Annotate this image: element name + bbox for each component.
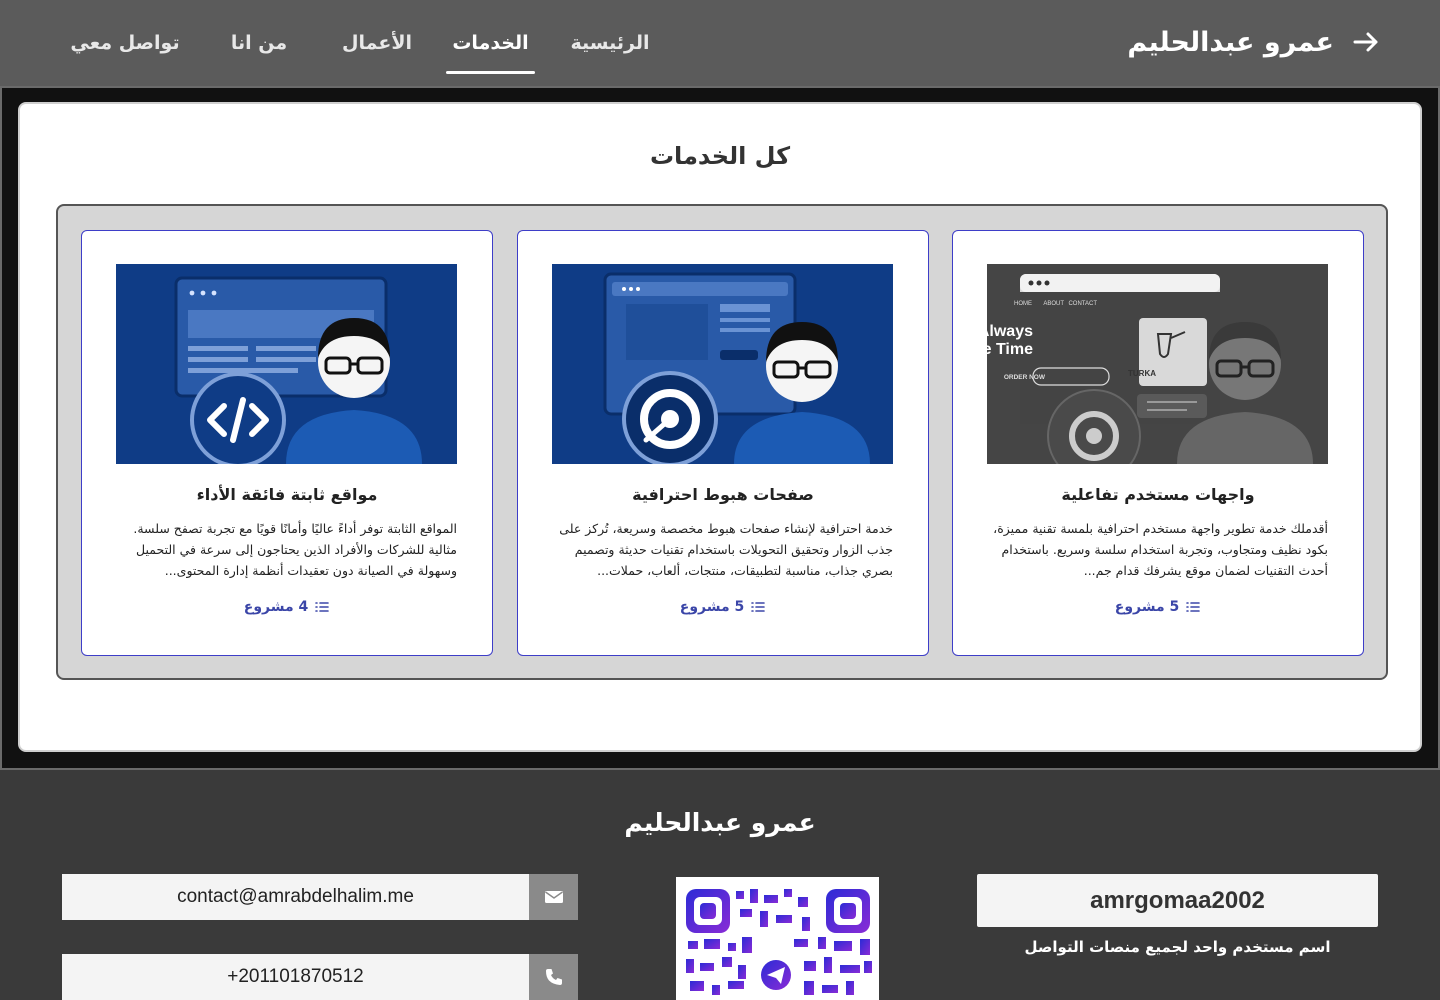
envelope-icon [544, 891, 563, 903]
nav-item-contact[interactable]: تواصل معي [60, 0, 190, 86]
project-count: 5 مشروع [518, 599, 928, 615]
image-product-name: TURKA [1128, 369, 1156, 378]
phone-link[interactable]: +201101870512 [62, 954, 529, 1000]
service-card-static[interactable]: مواقع ثابتة فائقة الأداء المواقع الثابتة… [81, 230, 493, 656]
nav-item-about[interactable]: من انا [208, 0, 310, 86]
username-box[interactable]: amrgomaa2002 [977, 874, 1378, 927]
email-icon-box [529, 874, 578, 920]
nav-item-works[interactable]: الأعمال [333, 0, 421, 86]
main-frame: كل الخدمات HOME ABOUT CONTACT It's Alway… [0, 86, 1440, 770]
card-title: مواقع ثابتة فائقة الأداء [196, 485, 378, 504]
email-row: contact@amrabdelhalim.me [62, 874, 578, 920]
nav-item-home[interactable]: الرئيسية [560, 0, 660, 86]
main-nav: تواصل معي من انا الأعمال الخدمات الرئيسي… [60, 0, 660, 86]
service-card-ui[interactable]: HOME ABOUT CONTACT It's Always Coffee Ti… [952, 230, 1364, 656]
project-count: 4 مشروع [82, 599, 492, 615]
image-order-button: ORDER NOW [1004, 374, 1046, 381]
list-icon [315, 602, 330, 612]
project-count-text: 5 مشروع [679, 599, 745, 615]
ui-service-image: HOME ABOUT CONTACT It's Always Coffee Ti… [987, 264, 1328, 464]
arrow-right-icon [1353, 32, 1378, 52]
phone-icon-box [529, 954, 578, 1000]
footer-name: عمرو عبدالحليم [624, 808, 816, 837]
landing-service-image [552, 264, 893, 464]
card-title: صفحات هبوط احترافية [632, 485, 814, 504]
card-title: واجهات مستخدم تفاعلية [1061, 485, 1255, 504]
brand[interactable]: عمرو عبدالحليم [1127, 22, 1380, 62]
username-note: اسم مستخدم واحد لجميع منصات التواصل [1024, 938, 1331, 956]
phone-icon [545, 969, 562, 985]
site-header: عمرو عبدالحليم تواصل معي من انا الأعمال … [0, 0, 1440, 86]
section-title: كل الخدمات [649, 142, 791, 170]
list-icon [751, 602, 766, 612]
services-panel: كل الخدمات HOME ABOUT CONTACT It's Alway… [18, 102, 1422, 752]
project-count-text: 5 مشروع [1114, 599, 1180, 615]
card-description: المواقع الثابتة توفر أداءً عاليًا وأمانً… [133, 521, 457, 578]
static-service-image [116, 264, 457, 464]
image-nav-contact: CONTACT [1068, 301, 1097, 307]
qr-code[interactable] [676, 877, 879, 1000]
card-description: خدمة احترافية لإنشاء صفحات هبوط مخصصة وس… [559, 521, 893, 578]
email-link[interactable]: contact@amrabdelhalim.me [62, 874, 529, 920]
list-icon [1186, 602, 1201, 612]
card-description: أقدملك خدمة تطوير واجهة مستخدم احترافية … [993, 521, 1328, 578]
project-count-text: 4 مشروع [243, 599, 309, 615]
nav-item-services[interactable]: الخدمات [446, 0, 535, 86]
cards-container: HOME ABOUT CONTACT It's Always Coffee Ti… [56, 204, 1388, 680]
service-card-landing[interactable]: صفحات هبوط احترافية خدمة احترافية لإنشاء… [517, 230, 929, 656]
phone-row: +201101870512 [62, 954, 578, 1000]
image-nav-about: ABOUT [1043, 301, 1064, 307]
image-nav-home: HOME [1014, 301, 1032, 307]
image-headline-1: It's Always [987, 323, 1033, 340]
image-headline-2: Coffee Time [987, 341, 1033, 358]
brand-name: عمرو عبدالحليم [1127, 26, 1334, 58]
project-count: 5 مشروع [953, 599, 1363, 615]
